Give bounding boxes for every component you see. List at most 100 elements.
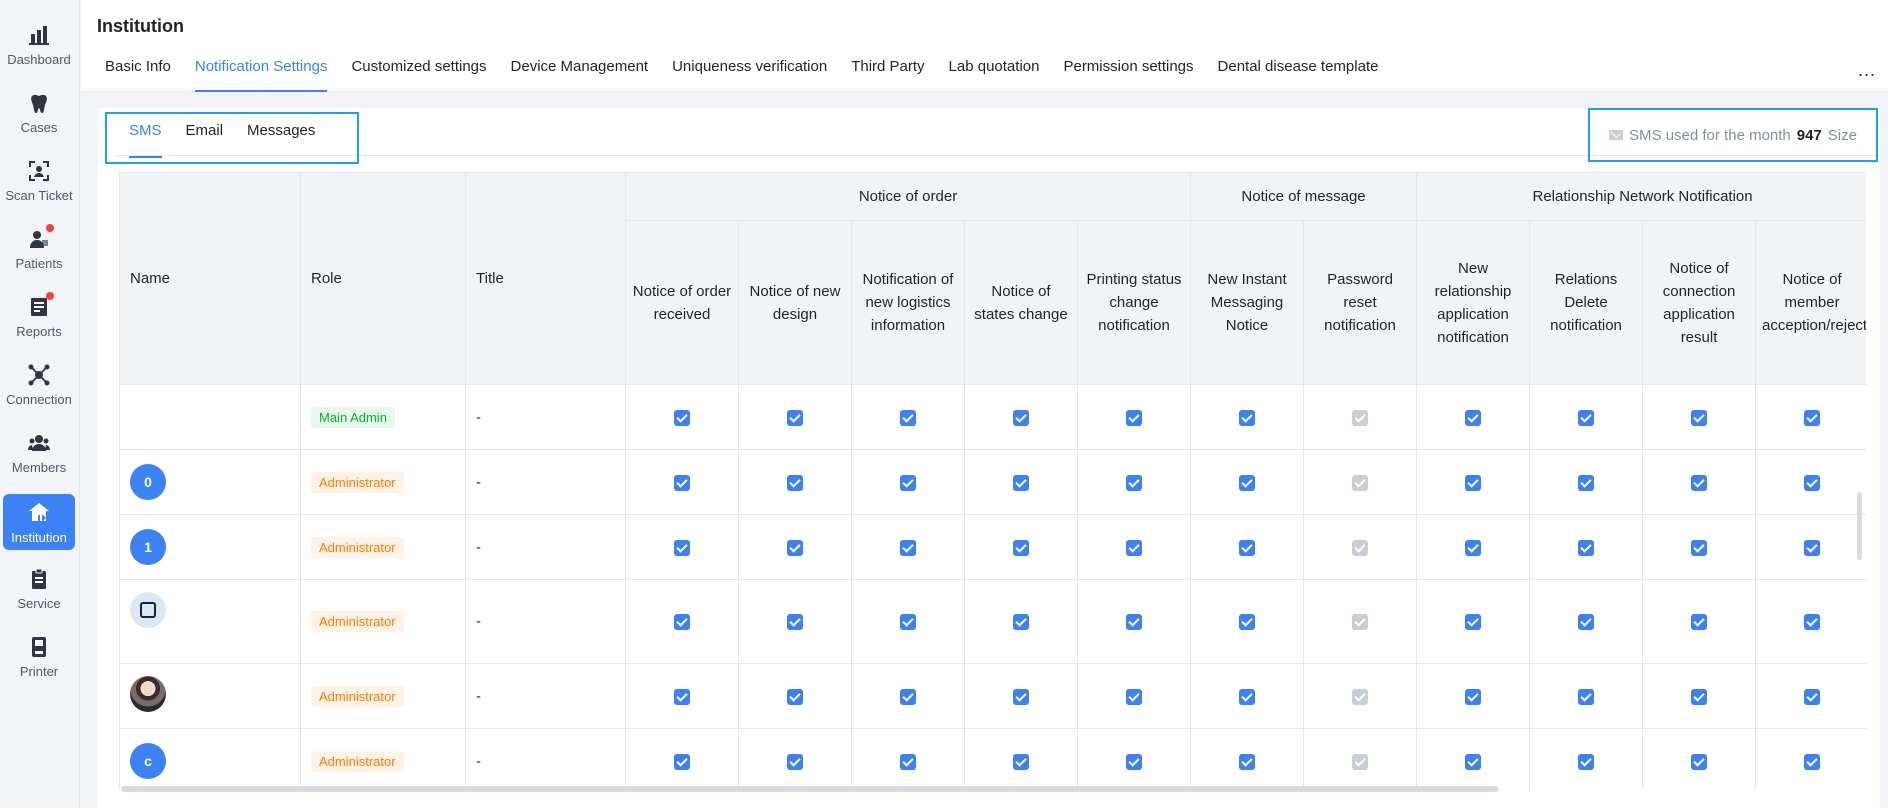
role-cell: Administrator xyxy=(300,728,466,790)
members-icon xyxy=(28,432,50,454)
checkbox[interactable] xyxy=(1013,474,1029,491)
checkbox[interactable] xyxy=(1465,688,1482,705)
name-cell xyxy=(119,663,301,729)
title-cell: - xyxy=(465,579,626,664)
tab-lab-quotation[interactable]: Lab quotation xyxy=(949,58,1040,92)
checkbox[interactable] xyxy=(1239,614,1256,631)
role-badge: Administrator xyxy=(311,750,404,772)
sidebar-item-connection[interactable]: Connection xyxy=(3,356,75,412)
checkbox[interactable] xyxy=(900,614,916,631)
col-order-received: Notice of order received xyxy=(625,220,739,385)
checkbox[interactable] xyxy=(787,539,803,556)
checkbox[interactable] xyxy=(1013,614,1029,631)
checkbox[interactable] xyxy=(1126,409,1142,426)
checkbox[interactable] xyxy=(1126,614,1142,631)
tab-third-party[interactable]: Third Party xyxy=(851,58,924,92)
sidebar-item-scan-ticket[interactable]: Scan Ticket xyxy=(3,152,75,208)
checkbox[interactable] xyxy=(900,409,916,426)
checkbox[interactable] xyxy=(1239,409,1256,426)
checkbox[interactable] xyxy=(1013,753,1029,770)
avatar: c xyxy=(130,743,166,779)
title-cell: - xyxy=(465,449,626,515)
sms-usage-prefix: SMS used for the month xyxy=(1629,126,1791,144)
sidebar-item-members[interactable]: Members xyxy=(3,424,75,480)
checkbox[interactable] xyxy=(1578,409,1595,426)
checkbox[interactable] xyxy=(1804,474,1821,491)
checkbox[interactable] xyxy=(1804,688,1821,705)
checkbox[interactable] xyxy=(1013,409,1029,426)
tab-permission-settings[interactable]: Permission settings xyxy=(1063,58,1193,92)
checkbox[interactable] xyxy=(1691,614,1708,631)
checkbox[interactable] xyxy=(1126,753,1142,770)
vertical-scrollbar[interactable] xyxy=(1857,492,1862,560)
tab-messages[interactable]: Messages xyxy=(247,122,315,158)
checkbox[interactable] xyxy=(1239,753,1256,770)
checkbox[interactable] xyxy=(1465,614,1482,631)
tab-basic-info[interactable]: Basic Info xyxy=(105,58,171,92)
checkbox[interactable] xyxy=(1804,539,1821,556)
page-title: Institution xyxy=(97,16,184,36)
checkbox[interactable] xyxy=(1578,539,1595,556)
sidebar-item-dashboard[interactable]: Dashboard xyxy=(3,16,75,72)
checkbox[interactable] xyxy=(1804,753,1821,770)
checkbox[interactable] xyxy=(787,614,803,631)
checkbox[interactable] xyxy=(1465,474,1482,491)
checkbox[interactable] xyxy=(787,409,803,426)
sidebar-item-cases[interactable]: Cases xyxy=(3,84,75,140)
checkbox[interactable] xyxy=(1465,409,1482,426)
checkbox[interactable] xyxy=(1239,688,1256,705)
checkbox[interactable] xyxy=(900,539,916,556)
checkbox[interactable] xyxy=(674,474,690,491)
checkbox[interactable] xyxy=(674,539,690,556)
checkbox[interactable] xyxy=(1465,539,1482,556)
scan-icon xyxy=(28,160,50,182)
checkbox[interactable] xyxy=(900,753,916,770)
checkbox[interactable] xyxy=(1239,539,1256,556)
checkbox[interactable] xyxy=(674,688,690,705)
checkbox[interactable] xyxy=(1691,688,1708,705)
more-options-button[interactable]: ... xyxy=(1858,60,1876,81)
tab-customized-settings[interactable]: Customized settings xyxy=(351,58,486,92)
checkbox[interactable] xyxy=(1578,688,1595,705)
tab-notification-settings[interactable]: Notification Settings xyxy=(194,58,327,92)
checkbox[interactable] xyxy=(787,753,803,770)
checkbox[interactable] xyxy=(1578,753,1595,770)
checkbox[interactable] xyxy=(1578,474,1595,491)
checkbox[interactable] xyxy=(900,474,916,491)
checkbox[interactable] xyxy=(1691,474,1708,491)
checkbox[interactable] xyxy=(1013,688,1029,705)
checkbox[interactable] xyxy=(900,688,916,705)
checkbox[interactable] xyxy=(1126,474,1142,491)
sidebar-item-reports[interactable]: Reports xyxy=(3,288,75,344)
checkbox[interactable] xyxy=(1126,688,1142,705)
sidebar-item-institution[interactable]: Institution xyxy=(3,494,75,550)
tab-uniqueness-verification[interactable]: Uniqueness verification xyxy=(672,58,827,92)
checkbox[interactable] xyxy=(674,614,690,631)
header: Institution Basic Info Notification Sett… xyxy=(81,0,1888,92)
tab-dental-disease-template[interactable]: Dental disease template xyxy=(1218,58,1379,92)
checkbox[interactable] xyxy=(787,474,803,491)
checkbox[interactable] xyxy=(1465,753,1482,770)
checkbox[interactable] xyxy=(1239,474,1256,491)
checkbox-disabled xyxy=(1352,614,1369,631)
checkbox[interactable] xyxy=(1804,409,1821,426)
checkbox[interactable] xyxy=(674,753,690,770)
checkbox[interactable] xyxy=(1126,539,1142,556)
sidebar-item-patients[interactable]: Patients xyxy=(3,220,75,276)
checkbox[interactable] xyxy=(1691,753,1708,770)
tab-email[interactable]: Email xyxy=(186,122,224,158)
title-cell: - xyxy=(465,728,626,790)
checkbox[interactable] xyxy=(1013,539,1029,556)
checkbox[interactable] xyxy=(1691,409,1708,426)
role-cell: Main Admin xyxy=(300,384,466,450)
tab-sms[interactable]: SMS xyxy=(129,122,162,158)
checkbox[interactable] xyxy=(1578,614,1595,631)
checkbox[interactable] xyxy=(1691,539,1708,556)
checkbox[interactable] xyxy=(1804,614,1821,631)
sidebar-item-printer[interactable]: Printer xyxy=(3,628,75,684)
checkbox[interactable] xyxy=(674,409,690,426)
sidebar-item-service[interactable]: Service xyxy=(3,560,75,616)
checkbox[interactable] xyxy=(787,688,803,705)
tab-device-management[interactable]: Device Management xyxy=(511,58,649,92)
horizontal-scrollbar[interactable] xyxy=(121,786,1499,792)
